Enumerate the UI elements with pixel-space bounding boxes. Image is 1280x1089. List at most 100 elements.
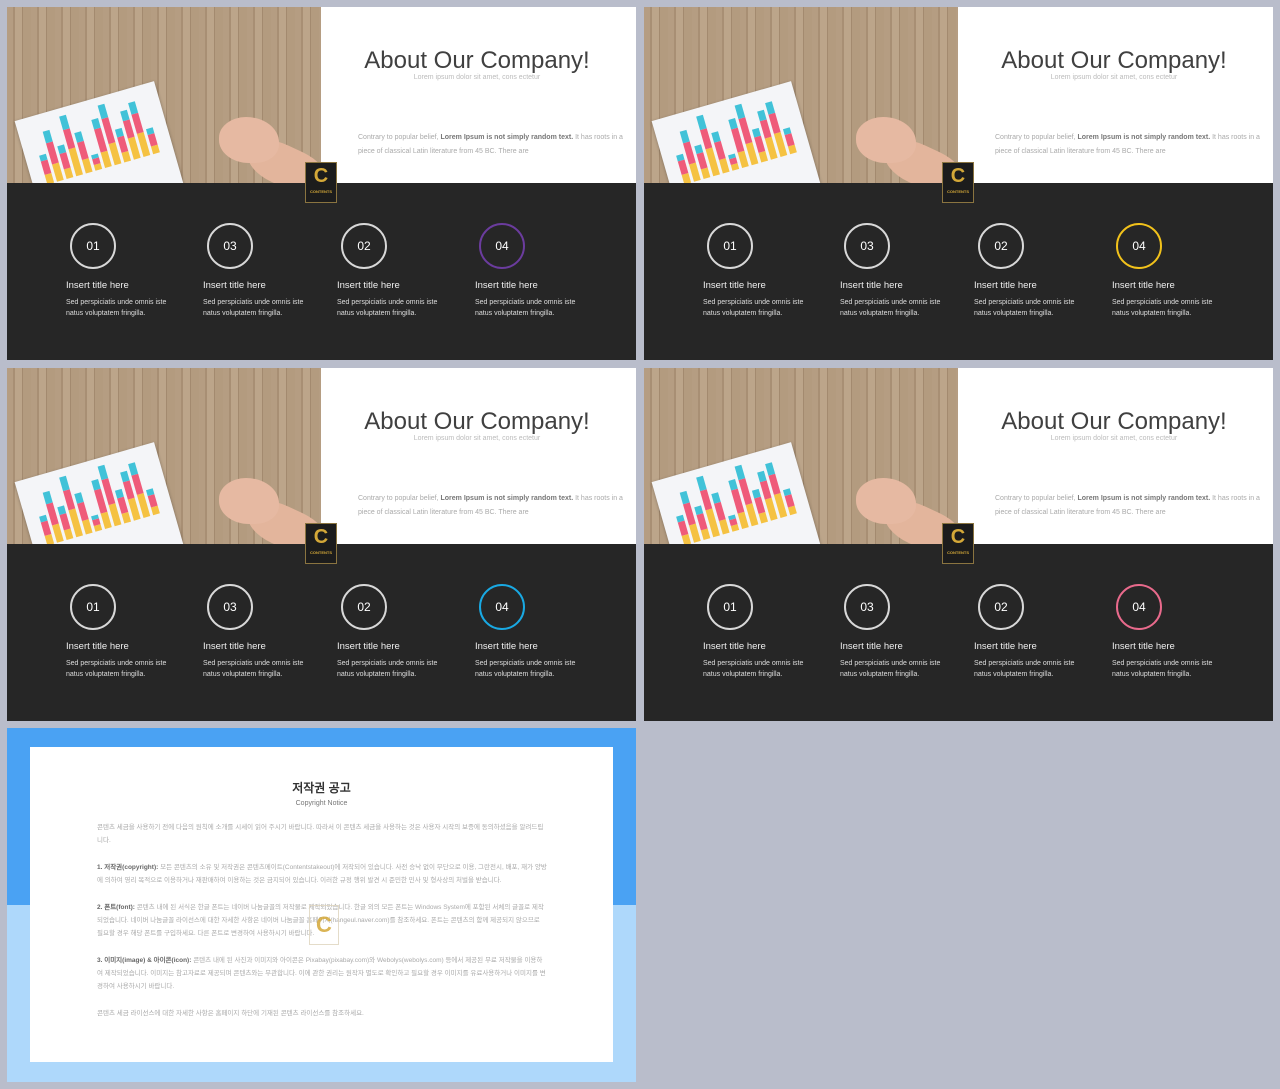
body-text: Contrary to popular belief, [358, 495, 441, 502]
chart-paper-image [651, 442, 822, 544]
slide-subtitle: Lorem ipsum dolor sit amet, cons ectetur [413, 74, 541, 81]
slide-subtitle: Lorem ipsum dolor sit amet, cons ectetur [1050, 74, 1178, 81]
body-bold-text: Lorem Ipsum is not simply random text. [440, 495, 574, 502]
photo-chart-bar [81, 158, 93, 174]
notice-card: 저작권 공고 Copyright Notice 콘텐츠 세금을 사용하기 전에 … [30, 747, 613, 1062]
logo-letter: C [313, 165, 329, 187]
number-circle: 01 [707, 223, 753, 269]
item-title: Insert title here [337, 280, 400, 291]
item-description: Sed perspiciatis unde omnis iste natus v… [66, 660, 167, 678]
chart-paper-image [14, 442, 185, 544]
photo-chart-bar [128, 462, 139, 476]
watermark-logo: C [309, 905, 339, 945]
photo-chart-bar [63, 489, 76, 511]
photo-chart-bar [700, 489, 713, 511]
feature-item: 01 Insert title here Sed perspiciatis un… [66, 584, 186, 680]
photo-chart-bar [120, 109, 130, 122]
photo-chart-bar [728, 479, 738, 491]
desk-photo [644, 7, 958, 183]
photo-chart-bar [97, 464, 109, 481]
photo-chart-bar [679, 490, 690, 505]
slide-body-text: Contrary to popular belief, Lorem Ipsum … [358, 492, 628, 520]
photo-chart-bar [59, 513, 71, 531]
contents-logo: C CONTENTS [305, 523, 337, 564]
item-description: Sed perspiciatis unde omnis iste natus v… [974, 660, 1075, 678]
number-circle: 02 [978, 584, 1024, 630]
feature-item: 01 Insert title here Sed perspiciatis un… [703, 584, 823, 680]
photo-chart-bar [42, 490, 53, 505]
item-description: Sed perspiciatis unde omnis iste natus v… [66, 299, 167, 317]
item-description: Sed perspiciatis unde omnis iste natus v… [703, 299, 804, 317]
photo-chart-bar [63, 528, 74, 541]
slide-subtitle: Lorem ipsum dolor sit amet, cons ectetur [1050, 435, 1178, 442]
slide-thumbnail[interactable]: About Our Company! Lorem ipsum dolor sit… [644, 368, 1273, 721]
photo-chart-bar [131, 112, 144, 134]
number-circle: 04 [1116, 223, 1162, 269]
item-title: Insert title here [840, 280, 903, 291]
number-circle: 03 [207, 223, 253, 269]
photo-chart-bar [734, 464, 746, 481]
item-description: Sed perspiciatis unde omnis iste natus v… [203, 299, 304, 317]
feature-item: 03 Insert title here Sed perspiciatis un… [840, 584, 960, 680]
features-band: 01 Insert title here Sed perspiciatis un… [644, 544, 1273, 721]
item-description: Sed perspiciatis unde omnis iste natus v… [974, 299, 1075, 317]
slide-thumbnail[interactable]: About Our Company! Lorem ipsum dolor sit… [7, 7, 636, 360]
photo-chart-bar [100, 511, 112, 530]
number-circle: 03 [844, 584, 890, 630]
item-title: Insert title here [840, 641, 903, 652]
slide-title: About Our Company! [364, 408, 590, 435]
photo-chart-bar [77, 140, 89, 161]
logo-letter: C [950, 526, 966, 548]
photo-chart-bar [121, 150, 132, 163]
photo-chart-bar [100, 150, 112, 169]
item-description: Sed perspiciatis unde omnis iste natus v… [840, 660, 941, 678]
notice-outro: 콘텐츠 세금 라이선스에 대한 자세한 사항은 홈페이지 하단에 기재된 콘텐츠… [97, 1010, 364, 1017]
feature-item: 04 Insert title here Sed perspiciatis un… [475, 223, 595, 319]
photo-chart-bar [734, 103, 746, 120]
feature-item: 03 Insert title here Sed perspiciatis un… [840, 223, 960, 319]
slide-body-text: Contrary to popular belief, Lorem Ipsum … [358, 131, 628, 159]
slide-body-text: Contrary to popular belief, Lorem Ipsum … [995, 131, 1265, 159]
logo-text: CONTENTS [947, 550, 969, 555]
photo-chart-bar [63, 128, 76, 150]
photo-chart-bar [728, 118, 738, 130]
photo-chart-bar [677, 520, 689, 536]
fist-image [856, 478, 916, 524]
photo-chart-bar [91, 479, 101, 491]
item-title: Insert title here [66, 280, 129, 291]
slide-title: About Our Company! [364, 47, 590, 74]
notice-copyright-para: 1. 저작권(copyright): 모든 콘텐츠의 소유 및 저작권은 콘텐츠… [97, 861, 547, 887]
photo-chart-bar [757, 109, 767, 122]
photo-chart-bar [147, 133, 158, 147]
body-text: Contrary to popular belief, [358, 134, 441, 141]
notice-subtitle: Copyright Notice [295, 800, 348, 807]
body-text: Contrary to popular belief, [995, 495, 1078, 502]
notice-intro: 콘텐츠 세금을 사용하기 전에 다음의 원칙에 소개를 시세이 읽어 주시기 바… [97, 824, 544, 844]
slide-thumbnail[interactable]: About Our Company! Lorem ipsum dolor sit… [7, 368, 636, 721]
photo-chart-bar [696, 114, 707, 131]
photo-chart-bar [74, 131, 84, 143]
number-circle: 03 [844, 223, 890, 269]
item-description: Sed perspiciatis unde omnis iste natus v… [337, 299, 438, 317]
photo-chart-bar [784, 494, 795, 508]
photo-chart-bar [718, 519, 730, 535]
number-circle: 01 [70, 223, 116, 269]
item-description: Sed perspiciatis unde omnis iste natus v… [840, 299, 941, 317]
photo-chart-bar [59, 114, 70, 131]
features-band: 01 Insert title here Sed perspiciatis un… [7, 183, 636, 360]
item-description: Sed perspiciatis unde omnis iste natus v… [1112, 299, 1213, 317]
item-title: Insert title here [475, 641, 538, 652]
feature-item: 02 Insert title here Sed perspiciatis un… [337, 223, 457, 319]
slide-body-text: Contrary to popular belief, Lorem Ipsum … [995, 492, 1265, 520]
photo-chart-bar [677, 159, 689, 175]
feature-item: 03 Insert title here Sed perspiciatis un… [203, 223, 323, 319]
photo-chart-bar [120, 470, 130, 483]
desk-photo [644, 368, 958, 544]
desk-photo [7, 7, 321, 183]
para-label: 2. 폰트(font): [97, 904, 137, 911]
feature-item: 01 Insert title here Sed perspiciatis un… [703, 223, 823, 319]
copyright-notice-slide[interactable]: 저작권 공고 Copyright Notice 콘텐츠 세금을 사용하기 전에 … [7, 728, 636, 1082]
photo-chart-bar [91, 118, 101, 130]
body-text: Contrary to popular belief, [995, 134, 1078, 141]
slide-thumbnail[interactable]: About Our Company! Lorem ipsum dolor sit… [644, 7, 1273, 360]
